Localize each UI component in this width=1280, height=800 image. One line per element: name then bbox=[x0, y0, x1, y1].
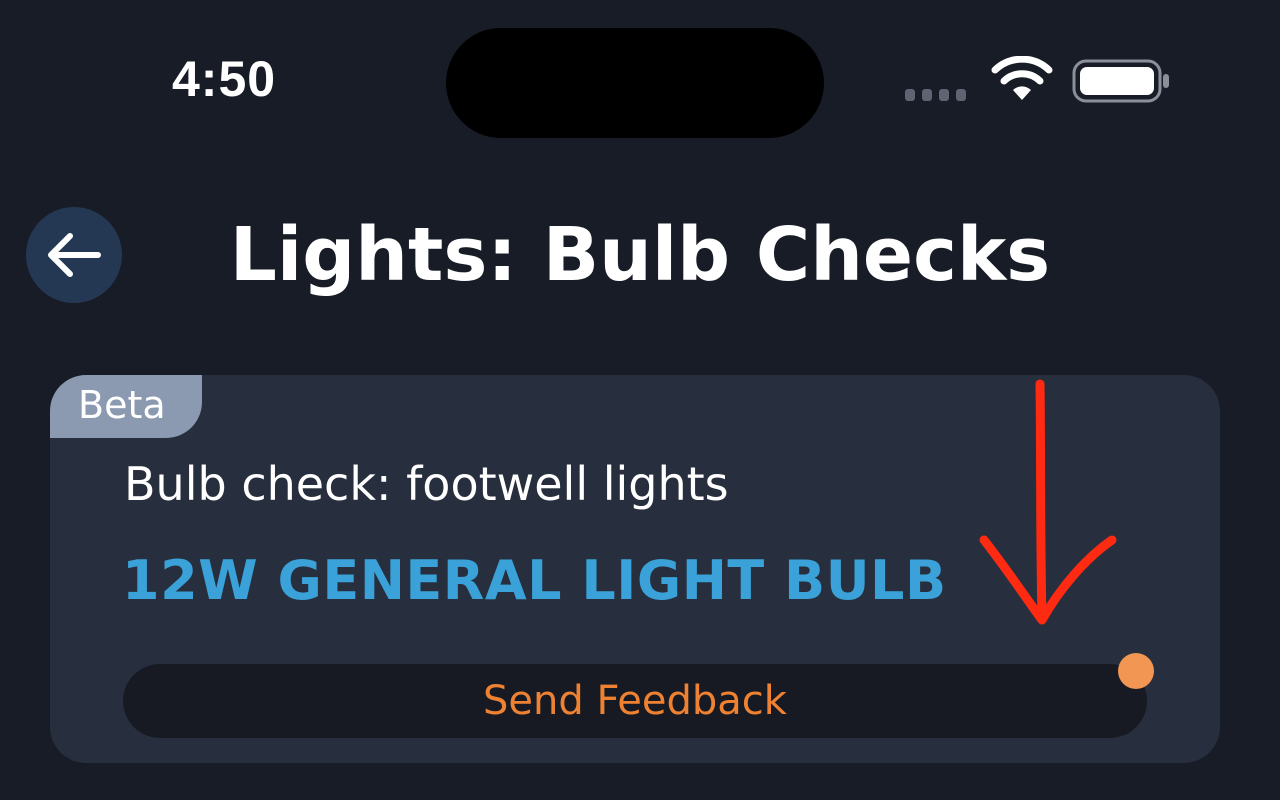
status-time: 4:50 bbox=[172, 51, 277, 107]
send-feedback-button[interactable]: Send Feedback bbox=[123, 664, 1147, 738]
card-subtitle: Bulb check: footwell lights bbox=[124, 457, 729, 511]
page-title: Lights: Bulb Checks bbox=[229, 212, 1051, 298]
app-screen: 4:50 Lights: Bulb Checks Beta Bulb check… bbox=[0, 0, 1280, 800]
bulb-check-card: Beta Bulb check: footwell lights 12W GEN… bbox=[50, 375, 1220, 763]
cellular-signal-icon bbox=[905, 89, 966, 101]
bulb-type-headline: 12W GENERAL LIGHT BULB bbox=[122, 549, 947, 612]
beta-badge: Beta bbox=[50, 375, 202, 438]
notification-dot bbox=[1118, 653, 1154, 689]
wifi-icon bbox=[991, 56, 1053, 100]
battery-icon bbox=[1072, 59, 1169, 103]
dynamic-island bbox=[446, 28, 824, 138]
